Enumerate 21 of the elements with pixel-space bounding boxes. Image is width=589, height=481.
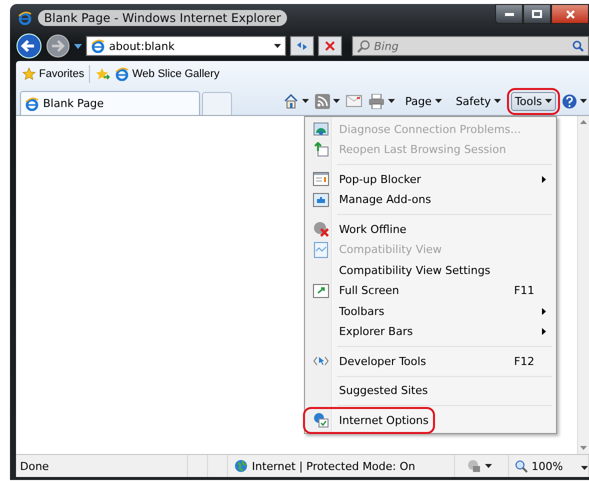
security-zone-text: Internet | Protected Mode: On [252,460,416,472]
menu-button[interactable]: Safety [452,92,505,110]
menu-item[interactable]: Toolbars [307,301,554,322]
status-text: Done [20,460,49,472]
menu-item[interactable]: Suggested Sites [307,380,554,401]
menu-item[interactable]: Pop-up Blocker [307,169,554,190]
browser-tab[interactable]: Blank Page [20,91,200,115]
search-field[interactable]: Bing [352,36,589,56]
menu-item[interactable]: Full Screen F11 [307,280,554,301]
favorites-button[interactable]: Favorites [22,67,84,81]
menu-item[interactable]: Explorer Bars [307,322,554,342]
favorites-link[interactable]: Web Slice Gallery [115,67,220,81]
menu-button[interactable]: Page [401,92,446,110]
menu-item[interactable]: Developer Tools F12 [307,351,554,372]
address-field[interactable]: about:blank [86,36,286,56]
menu-item[interactable]: Internet Options [307,410,554,430]
zoom-level[interactable]: 100% [532,460,563,472]
window-title: Blank Page - Windows Internet Explorer [38,10,288,26]
menu-item[interactable]: Manage Add-ons [307,190,554,210]
menu-item[interactable]: Work Offline [307,219,554,240]
menu-item[interactable]: Compatibility View Settings [307,260,554,280]
